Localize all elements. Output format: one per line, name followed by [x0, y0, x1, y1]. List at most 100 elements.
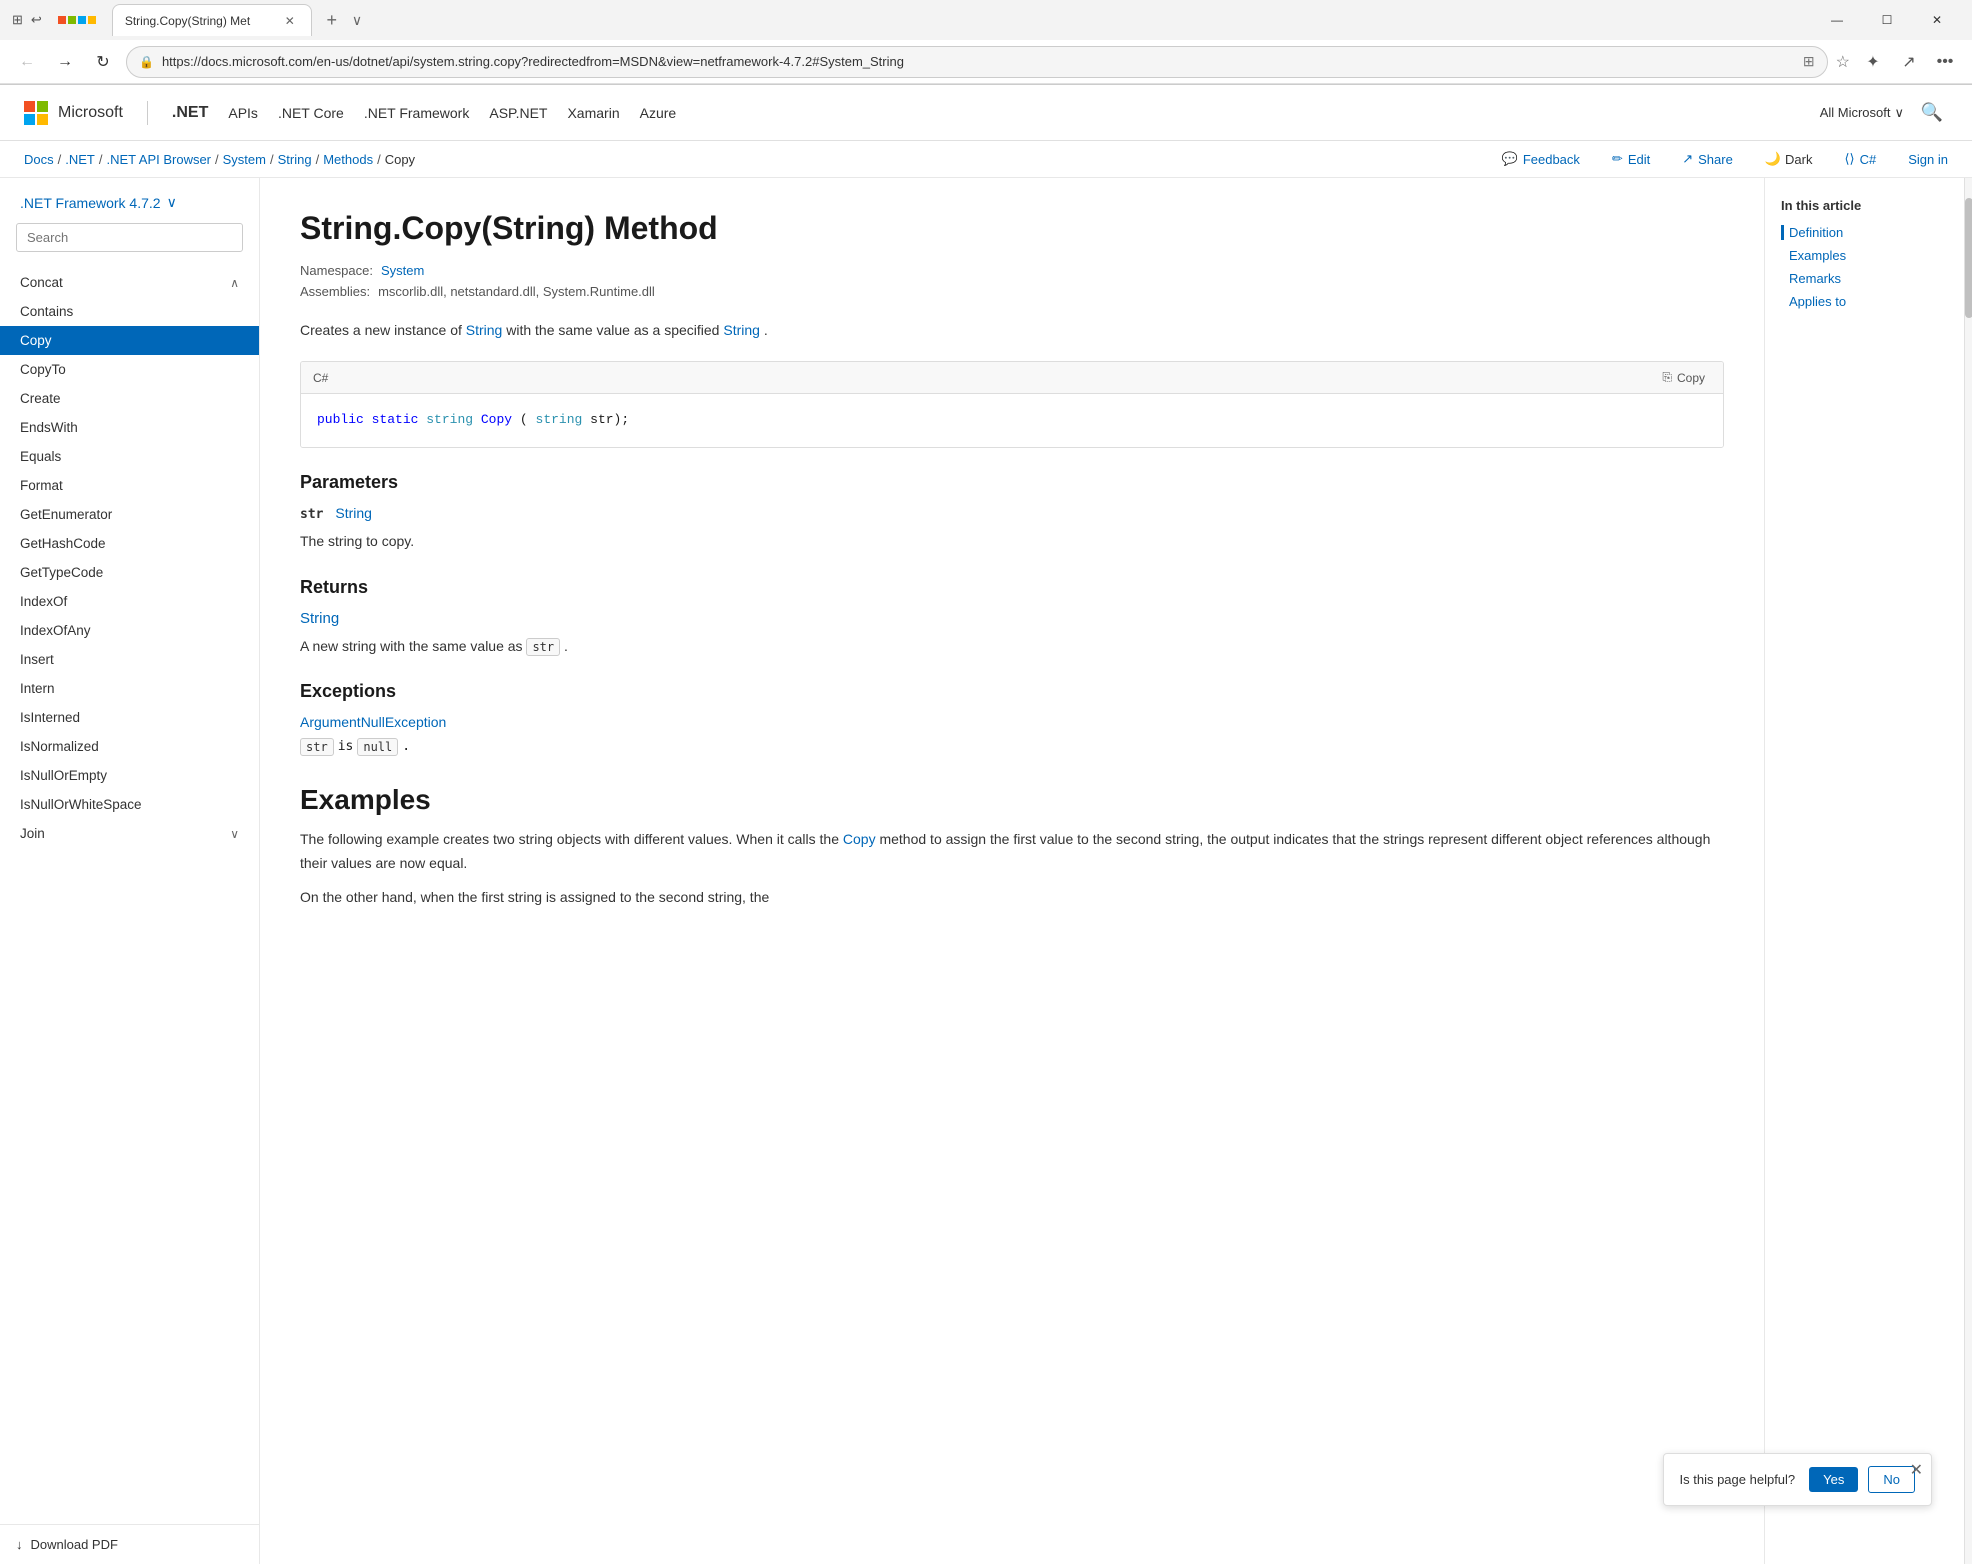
namespace-label: Namespace: — [300, 263, 373, 278]
nav-net-core[interactable]: .NET Core — [278, 105, 344, 121]
sidebar-item-label: GetTypeCode — [20, 565, 103, 580]
examples-description-2: On the other hand, when the first string… — [300, 886, 1724, 910]
scrollbar-thumb[interactable] — [1965, 198, 1972, 318]
site-search-button[interactable]: 🔍 — [1916, 97, 1948, 129]
breadcrumb-system[interactable]: System — [223, 152, 266, 167]
sidebar-item-insert[interactable]: Insert — [0, 645, 259, 674]
sidebar-item-copyto[interactable]: CopyTo — [0, 355, 259, 384]
sidebar-item-concat[interactable]: Concat ∧ — [0, 268, 259, 297]
collections-button[interactable]: ✦ — [1858, 47, 1888, 77]
edit-button[interactable]: ✏ Edit — [1612, 151, 1650, 167]
sidebar-item-indexof[interactable]: IndexOf — [0, 587, 259, 616]
minimize-button[interactable]: — — [1814, 5, 1860, 35]
sidebar-item-intern[interactable]: Intern — [0, 674, 259, 703]
sidebar-item-equals[interactable]: Equals — [0, 442, 259, 471]
param-type-link[interactable]: String — [335, 505, 372, 521]
return-type-link[interactable]: String — [300, 610, 1724, 627]
breadcrumb-api-browser[interactable]: .NET API Browser — [107, 152, 212, 167]
nav-asp-net[interactable]: ASP.NET — [489, 105, 547, 121]
toc-item-examples[interactable]: Examples — [1781, 248, 1948, 263]
breadcrumb-current: Copy — [385, 152, 415, 167]
desc-string-link-2[interactable]: String — [723, 322, 760, 338]
version-selector[interactable]: .NET Framework 4.7.2 ∨ — [16, 194, 243, 223]
sidebar-item-getenumerator[interactable]: GetEnumerator — [0, 500, 259, 529]
sidebar-item-contains[interactable]: Contains — [0, 297, 259, 326]
browser-menu-button[interactable]: ••• — [1930, 47, 1960, 77]
code-icon: ⟨⟩ — [1844, 151, 1854, 167]
sidebar-item-indexofany[interactable]: IndexOfAny — [0, 616, 259, 645]
feedback-button[interactable]: 💬 Feedback — [1502, 151, 1580, 167]
back-button[interactable]: ← — [12, 47, 42, 77]
exception-end: . — [402, 739, 410, 754]
nav-net[interactable]: .NET — [172, 104, 208, 122]
examples-copy-link[interactable]: Copy — [843, 831, 876, 847]
browser-icon-1[interactable]: ⊞ — [12, 12, 23, 28]
signin-button[interactable]: Sign in — [1908, 152, 1948, 167]
code-lang-selector[interactable]: ⟨⟩ C# — [1844, 151, 1876, 167]
browser-tab[interactable]: String.Copy(String) Met ✕ — [112, 4, 312, 36]
right-scrollbar[interactable] — [1964, 178, 1972, 1564]
nav-action-buttons: ✦ ↗ ••• — [1858, 47, 1960, 77]
helpful-question: Is this page helpful? — [1680, 1472, 1796, 1487]
sidebar-item-label: IndexOf — [20, 594, 67, 609]
toc-item-remarks[interactable]: Remarks — [1781, 271, 1948, 286]
nav-net-framework[interactable]: .NET Framework — [364, 105, 470, 121]
sidebar-item-join[interactable]: Join ∨ — [0, 819, 259, 848]
sidebar-item-endswith[interactable]: EndsWith — [0, 413, 259, 442]
close-button[interactable]: ✕ — [1914, 5, 1960, 35]
tab-chevron[interactable]: ∨ — [352, 12, 362, 29]
examples-description: The following example creates two string… — [300, 828, 1724, 876]
download-pdf-button[interactable]: ↓ Download PDF — [16, 1537, 243, 1552]
all-microsoft-button[interactable]: All Microsoft ∨ — [1820, 105, 1904, 121]
code-block: C# ⎘ Copy public static string Copy ( s — [300, 361, 1724, 448]
sidebar-item-copy[interactable]: Copy — [0, 326, 259, 355]
nav-xamarin[interactable]: Xamarin — [567, 105, 619, 121]
dark-mode-toggle[interactable]: 🌙 Dark — [1765, 151, 1813, 167]
ms-logo-squares — [24, 101, 48, 125]
sidebar-item-isinterned[interactable]: IsInterned — [0, 703, 259, 732]
desc-string-link-1[interactable]: String — [466, 322, 503, 338]
breadcrumb-methods[interactable]: Methods — [323, 152, 373, 167]
sidebar-item-isnormalized[interactable]: IsNormalized — [0, 732, 259, 761]
helpful-no-button[interactable]: No — [1868, 1466, 1915, 1493]
exception-type-link[interactable]: ArgumentNullException — [300, 714, 1724, 730]
sidebar-item-gettypecode[interactable]: GetTypeCode — [0, 558, 259, 587]
code-copy-button[interactable]: ⎘ Copy — [1656, 368, 1711, 387]
new-tab-button[interactable]: + — [316, 6, 348, 34]
sidebar-item-label: Concat — [20, 275, 63, 290]
restore-button[interactable]: ☐ — [1864, 5, 1910, 35]
helpful-yes-button[interactable]: Yes — [1809, 1467, 1858, 1492]
ms-brand-name: Microsoft — [58, 104, 123, 122]
nav-items: APIs .NET Core .NET Framework ASP.NET Xa… — [228, 105, 1799, 121]
breadcrumb-net[interactable]: .NET — [65, 152, 95, 167]
toc-item-definition[interactable]: Definition — [1781, 225, 1948, 240]
ms-logo[interactable]: Microsoft — [24, 101, 123, 125]
dark-label: Dark — [1785, 152, 1812, 167]
returns-description: A new string with the same value as str … — [300, 635, 1724, 657]
toc-item-applies-to[interactable]: Applies to — [1781, 294, 1948, 309]
share-button[interactable]: ↗ — [1894, 47, 1924, 77]
breadcrumb-docs[interactable]: Docs — [24, 152, 54, 167]
refresh-button[interactable]: ↻ — [88, 47, 118, 77]
sidebar-item-format[interactable]: Format — [0, 471, 259, 500]
helpful-close-button[interactable]: ✕ — [1910, 1460, 1923, 1480]
address-bar[interactable]: 🔒 https://docs.microsoft.com/en-us/dotne… — [126, 46, 1828, 78]
nav-apis[interactable]: APIs — [228, 105, 258, 121]
sidebar-search-input[interactable] — [16, 223, 243, 252]
forward-button[interactable]: → — [50, 47, 80, 77]
breadcrumb-string[interactable]: String — [278, 152, 312, 167]
sidebar-item-create[interactable]: Create — [0, 384, 259, 413]
returns-heading: Returns — [300, 577, 1724, 598]
share-button[interactable]: ↗ Share — [1682, 151, 1733, 167]
tab-close-button[interactable]: ✕ — [281, 12, 299, 30]
code-keyword-static: static — [372, 412, 419, 427]
browser-icon-2[interactable]: ↩ — [31, 12, 42, 28]
sidebar-item-isnullorwhitespace[interactable]: IsNullOrWhiteSpace — [0, 790, 259, 819]
favorites-icon[interactable]: ☆ — [1836, 52, 1850, 72]
sidebar-item-isnullorempty[interactable]: IsNullOrEmpty — [0, 761, 259, 790]
sidebar-item-gethashcode[interactable]: GetHashCode — [0, 529, 259, 558]
namespace-value[interactable]: System — [381, 263, 424, 278]
nav-azure[interactable]: Azure — [640, 105, 677, 121]
code-keyword-public: public — [317, 412, 364, 427]
code-content: public static string Copy ( string str); — [301, 394, 1723, 447]
